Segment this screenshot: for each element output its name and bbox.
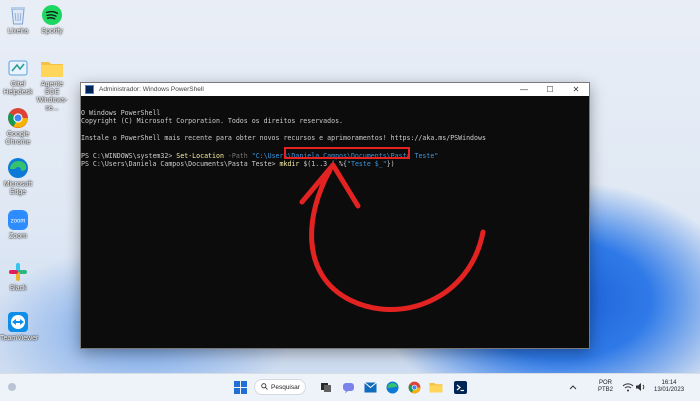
slack-icon — [6, 260, 30, 284]
zoom-icon: zoom — [6, 208, 30, 232]
desktop-icon-helpdesk[interactable]: Gitel Helpdesk — [0, 56, 36, 97]
prompt: PS C:\WINDOWS\system32> — [81, 151, 177, 160]
close-button[interactable]: ✕ — [563, 83, 589, 96]
file-explorer-icon[interactable] — [428, 379, 444, 395]
widgets-icon[interactable] — [4, 379, 20, 395]
terminal-line: Copyright (C) Microsoft Corporation. Tod… — [81, 117, 344, 126]
start-button[interactable] — [232, 379, 248, 395]
task-view-icon[interactable] — [318, 379, 334, 395]
desktop-icon-chrome[interactable]: Google Chrome — [0, 106, 36, 147]
desktop-icon-label: TeamViewer — [0, 335, 39, 342]
clock-date: 13/01/2023 — [654, 387, 685, 393]
prompt: PS C:\Users\Daniela Campos\Documents\Pas… — [81, 160, 280, 169]
powershell-window[interactable]: Administrador: Windows PowerShell — ☐ ✕ … — [80, 82, 590, 349]
expression-end: }) — [386, 160, 395, 169]
desktop-icon-label: Microsoft Edge — [3, 181, 33, 196]
desktop-icon-recycle-bin[interactable]: Lixeira — [0, 3, 36, 36]
keyboard-layout: PTB2 — [598, 387, 614, 393]
desktop-icon-label: Google Chrome — [5, 131, 31, 146]
edge-icon — [6, 156, 30, 180]
clock[interactable]: 16:14 13/01/2023 — [654, 380, 684, 394]
terminal-output[interactable]: O Windows PowerShell Copyright (C) Micros… — [81, 96, 589, 186]
desktop-icon-slack[interactable]: Slack — [0, 260, 36, 293]
chrome-icon — [6, 106, 30, 130]
powershell-taskbar-icon[interactable] — [452, 379, 468, 395]
keyboard-language[interactable]: POR PTB2 — [598, 380, 613, 394]
window-title: Administrador: Windows PowerShell — [99, 86, 204, 93]
string-argument: "Teste $_" — [347, 160, 387, 169]
language-code: POR — [599, 380, 613, 386]
desktop-icon-agente[interactable]: Agente SGE Windows-se... — [34, 56, 70, 113]
terminal-line: Instale o PowerShell mais recente para o… — [81, 134, 486, 143]
spotify-icon — [40, 3, 64, 27]
desktop-icon-label: Gitel Helpdesk — [3, 81, 33, 96]
desktop-icon-spotify[interactable]: Spotify — [34, 3, 70, 36]
desktop-icon-edge[interactable]: Microsoft Edge — [0, 156, 36, 197]
taskbar-search[interactable]: Pesquisar — [254, 379, 306, 395]
teams-chat-icon[interactable] — [340, 379, 356, 395]
recycle-bin-icon — [6, 3, 30, 27]
edge-taskbar-icon[interactable] — [384, 379, 400, 395]
window-titlebar[interactable]: Administrador: Windows PowerShell — ☐ ✕ — [81, 83, 589, 96]
folder-icon — [40, 56, 64, 80]
cmdlet: Set-Location — [176, 151, 224, 160]
mail-icon[interactable] — [362, 379, 378, 395]
terminal-command-line: PS C:\Users\Daniela Campos\Documents\Pas… — [81, 160, 589, 169]
teamviewer-icon — [6, 310, 30, 334]
tray-chevron-icon[interactable] — [565, 379, 581, 395]
clock-time: 16:14 — [661, 380, 677, 386]
command-highlight-box — [284, 147, 410, 159]
powershell-icon — [85, 85, 94, 94]
chrome-taskbar-icon[interactable] — [406, 379, 422, 395]
expression: $(1..3 | %{ — [299, 160, 347, 169]
search-label: Pesquisar — [271, 383, 300, 391]
svg-text:zoom: zoom — [11, 219, 26, 225]
desktop-icon-zoom[interactable]: zoom Zoom — [0, 208, 36, 241]
parameter: -Path — [223, 151, 252, 160]
cmdlet: mkdir — [279, 160, 300, 169]
minimize-button[interactable]: — — [511, 83, 537, 96]
maximize-button[interactable]: ☐ — [537, 83, 563, 96]
volume-icon[interactable] — [632, 379, 648, 395]
helpdesk-icon — [6, 56, 30, 80]
terminal-line: O Windows PowerShell — [81, 108, 161, 117]
desktop-icon-label: Agente SGE Windows-se... — [36, 81, 68, 112]
desktop-icon-label: Lixeira — [7, 28, 29, 35]
search-icon — [261, 382, 268, 392]
desktop-icon-label: Spotify — [41, 28, 63, 35]
taskbar: Pesquisar POR PTB2 16:14 13/01/2023 — [0, 373, 700, 401]
desktop-icon-label: Zoom — [9, 233, 27, 240]
desktop-icon-teamviewer[interactable]: TeamViewer — [0, 310, 39, 343]
desktop-icon-label: Slack — [9, 285, 27, 292]
